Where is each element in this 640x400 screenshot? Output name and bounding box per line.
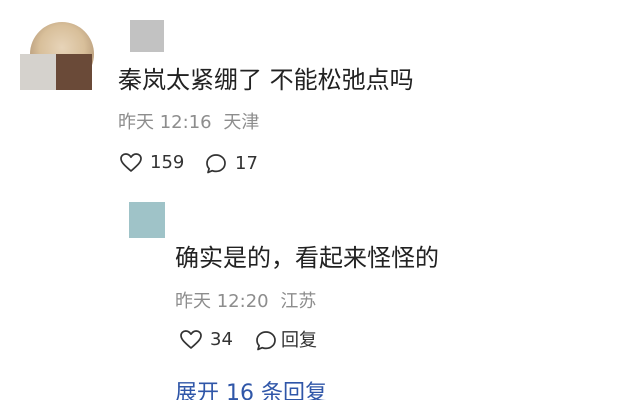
reply-count: 17: [235, 153, 258, 174]
reply-meta: 昨天 12:20 江苏: [175, 293, 316, 311]
reply-button[interactable]: 回复: [255, 330, 317, 352]
reply-like-count: 34: [210, 329, 233, 350]
heart-icon: [180, 330, 202, 350]
comment-location: 天津: [223, 112, 260, 133]
comment-text: 秦岚太紧绷了 不能松弛点吗: [118, 66, 414, 94]
avatar-mask-right: [56, 54, 92, 90]
like-button[interactable]: 159: [120, 153, 184, 173]
heart-icon: [120, 153, 142, 173]
like-count: 159: [150, 152, 185, 173]
reply-location: 江苏: [280, 291, 317, 312]
reply-like-button[interactable]: 34: [180, 330, 233, 350]
avatar-mask-left: [20, 54, 56, 90]
username-mask: [130, 20, 164, 52]
comment-thread: 秦岚太紧绷了 不能松弛点吗 昨天 12:16 天津 159 17 确实是的，看起…: [0, 0, 640, 400]
reply-text: 确实是的，看起来怪怪的: [175, 244, 439, 272]
comment-time: 昨天 12:16: [118, 112, 212, 133]
reply-avatar[interactable]: [129, 202, 165, 238]
reply-count-button[interactable]: 17: [205, 153, 258, 175]
comment-bubble-icon: [255, 330, 277, 352]
expand-replies-link[interactable]: 展开 16 条回复: [175, 383, 327, 400]
comment-meta: 昨天 12:16 天津: [118, 114, 259, 132]
reply-time: 昨天 12:20: [175, 291, 269, 312]
comment-bubble-icon: [205, 153, 227, 175]
reply-label: 回复: [281, 330, 317, 351]
